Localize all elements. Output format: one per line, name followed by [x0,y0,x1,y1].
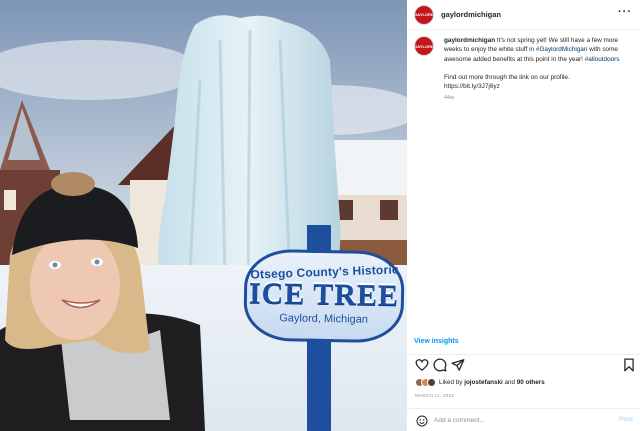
likes-prefix: Liked by [439,379,465,386]
divider [407,408,640,409]
comment-bar: Add a comment... Post [407,410,640,431]
caption-time-ago: 44w [444,95,455,102]
post-comment-button[interactable]: Post [619,416,633,423]
likes-middle: and [502,379,517,386]
comment-input[interactable]: Add a comment... [434,417,485,424]
caption-paragraph-1: gaylordmichigan It's not spring yet! We … [444,36,634,64]
post-side-panel: GAYLORD gaylordmichigan ··· GAYLORD gayl… [407,0,640,431]
caption-username[interactable]: gaylordmichigan [444,37,495,44]
header-username[interactable]: gaylordmichigan [441,10,501,19]
post-header: GAYLORD gaylordmichigan ··· [407,0,640,30]
post-modal: Otsego County's Historic ICE TREE Gaylor… [0,0,640,431]
likes-others[interactable]: 90 others [517,379,545,386]
hashtag-alloutdoors[interactable]: #alloutdoors [585,56,620,63]
save-icon[interactable] [622,358,636,372]
likes-summary[interactable]: Liked by jojostefanski and 90 others [415,378,545,387]
profile-avatar[interactable]: GAYLORD [414,4,434,25]
sign-bottom-text: Gaylord, Michigan [279,312,369,326]
liker-avatar [427,378,436,387]
comment-icon[interactable] [433,358,447,372]
caption-link-line: Find out more through the link on our pr… [444,73,570,81]
caption-avatar[interactable]: GAYLORD [414,36,434,56]
likes-user[interactable]: jojostefanski [464,379,503,386]
action-bar [407,358,640,376]
caption-paragraph-2: Find out more through the link on our pr… [444,73,634,92]
caption-url: https://bit.ly/3J7j6yz [444,83,500,91]
view-insights-link[interactable]: View insights [414,338,459,345]
post-caption: GAYLORD gaylordmichigan It's not spring … [414,36,634,104]
caption-body: gaylordmichigan It's not spring yet! We … [444,36,634,104]
sign-main-text: ICE TREE [248,276,400,313]
photo-scene [0,0,407,431]
divider [407,354,640,355]
caption-avatar-logo-text: GAYLORD [414,43,434,49]
ice-tree-sign: Otsego County's Historic ICE TREE Gaylor… [243,248,405,344]
emoji-icon[interactable] [416,415,428,427]
post-date: MARCH 11, 2022 [415,393,455,398]
avatar-logo-text: GAYLORD [414,12,434,17]
share-icon[interactable] [451,358,465,372]
more-options-icon[interactable]: ··· [618,7,632,18]
hashtag-gaylordmichigan[interactable]: #GaylordMichigan [536,46,588,53]
likes-text: Liked by jojostefanski and 90 others [439,379,545,386]
like-icon[interactable] [415,358,429,372]
post-photo[interactable]: Otsego County's Historic ICE TREE Gaylor… [0,0,407,431]
